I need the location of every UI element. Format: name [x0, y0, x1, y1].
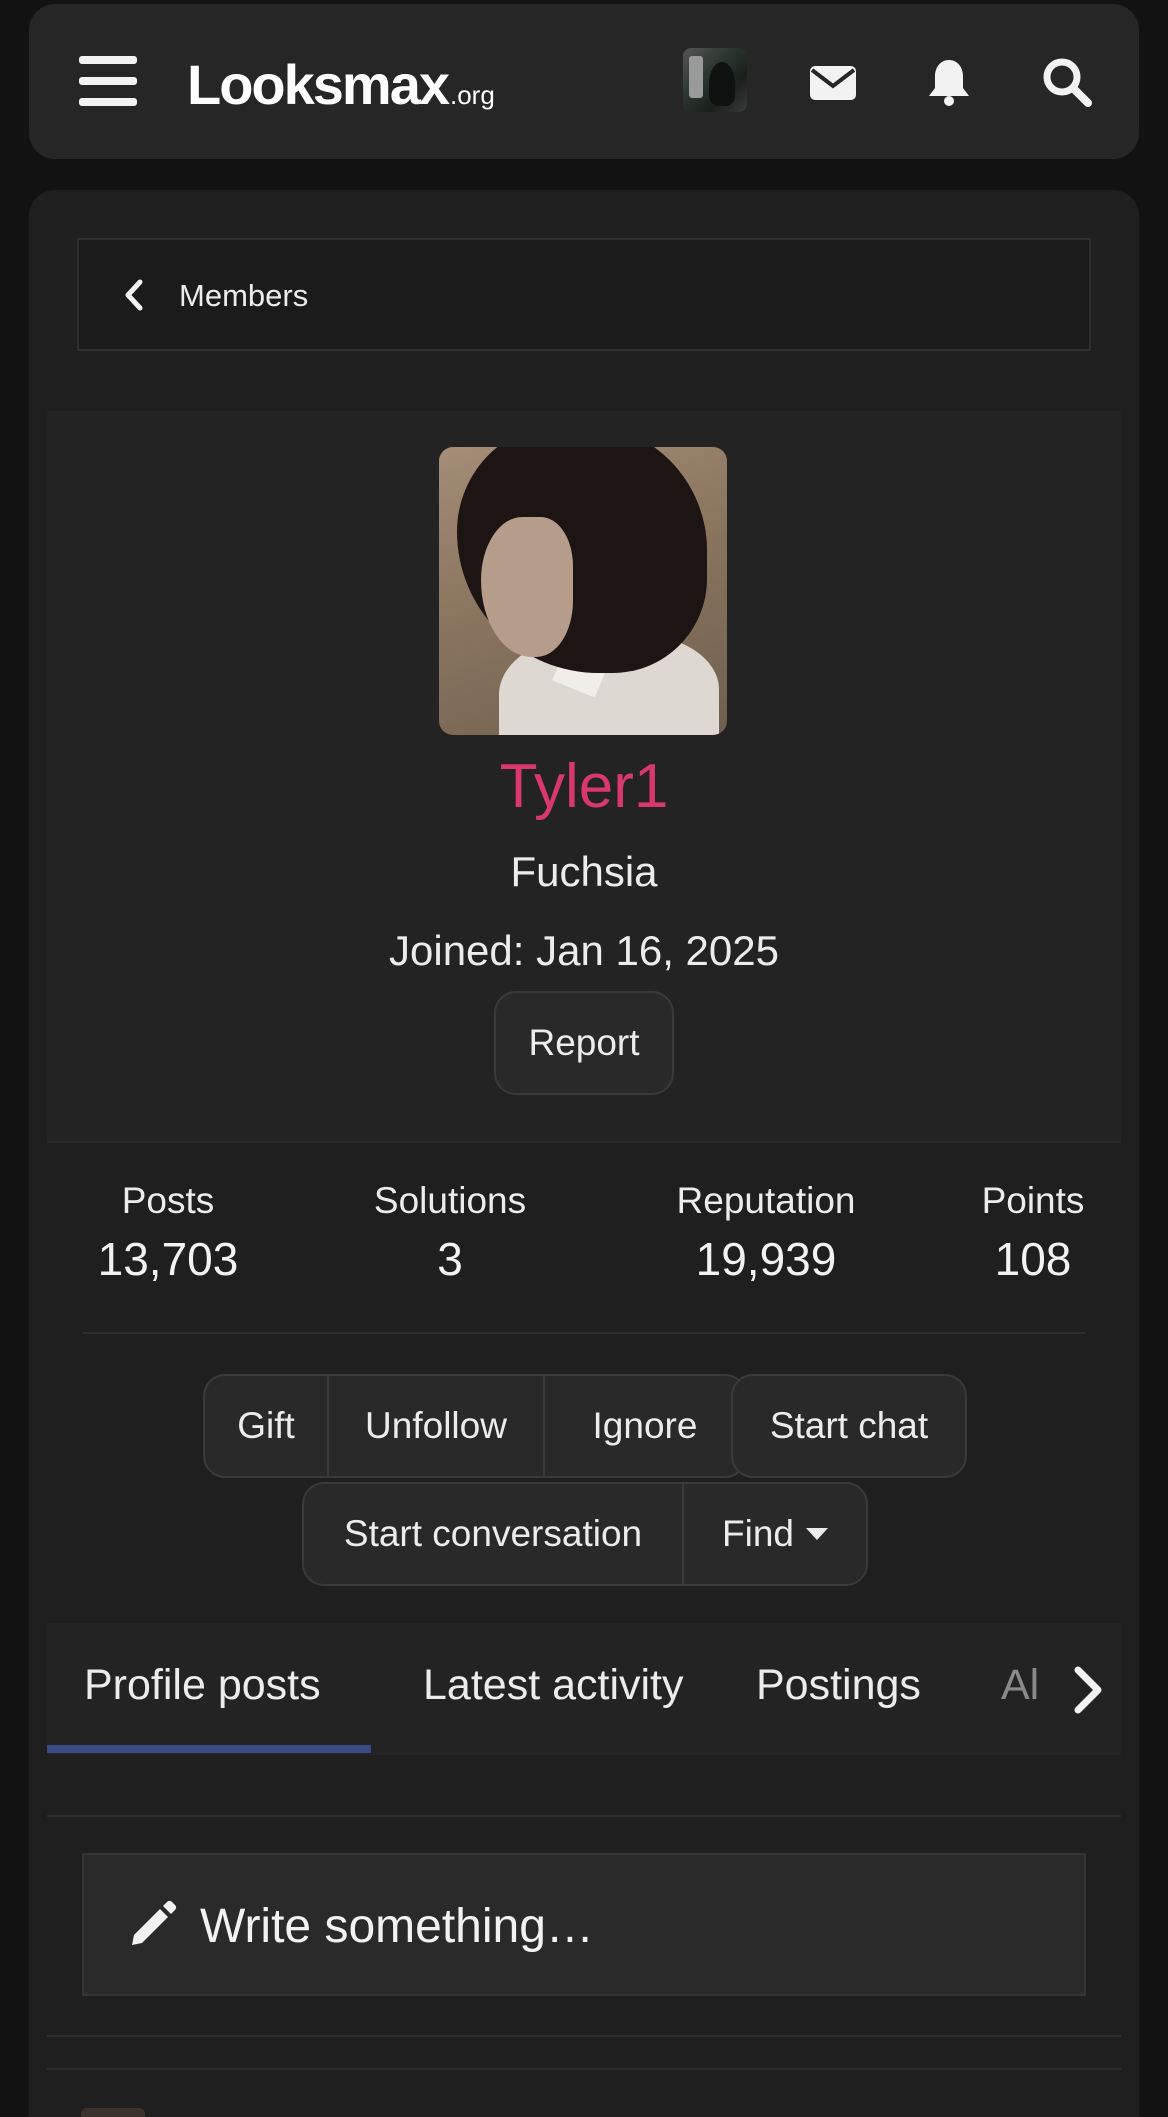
logo-main-text: Looksmax: [187, 53, 450, 116]
tab-latest-activity[interactable]: Latest activity: [423, 1661, 684, 1710]
pencil-icon: [132, 1900, 177, 1945]
site-logo[interactable]: Looksmax.org: [187, 52, 495, 117]
conversation-actions-group: Start conversation Find: [302, 1482, 868, 1586]
bell-icon[interactable]: [923, 56, 975, 108]
tabs-scroll-right-button[interactable]: [1049, 1638, 1109, 1738]
start-conversation-button[interactable]: Start conversation: [304, 1484, 684, 1584]
stat-value: 108: [994, 1233, 1072, 1285]
stat-value: 13,703: [97, 1233, 239, 1285]
breadcrumb[interactable]: Members: [77, 238, 1091, 351]
tab-profile-posts[interactable]: Profile posts: [84, 1661, 321, 1710]
stat-label: Solutions: [373, 1180, 527, 1221]
unfollow-button[interactable]: Unfollow: [329, 1376, 545, 1476]
divider: [47, 1815, 1121, 1817]
stat-label: Reputation: [676, 1180, 856, 1221]
search-icon[interactable]: [1041, 56, 1093, 108]
caret-down-icon: [805, 1528, 828, 1540]
divider: [83, 1332, 1085, 1334]
find-label: Find: [722, 1513, 794, 1554]
start-chat-button[interactable]: Start chat: [733, 1376, 965, 1476]
hamburger-icon[interactable]: [79, 56, 137, 106]
profile-avatar[interactable]: [439, 447, 727, 735]
joined-date: Joined: Jan 16, 2025: [389, 927, 779, 974]
user-title: Fuchsia: [510, 848, 658, 895]
start-chat-group: Start chat: [731, 1374, 967, 1478]
write-something-input[interactable]: Write something…: [82, 1853, 1086, 1996]
tab-about[interactable]: Al: [1001, 1661, 1039, 1710]
chevron-left-icon: [125, 279, 143, 311]
tab-active-indicator: [47, 1745, 371, 1753]
chevron-right-icon: [1074, 1666, 1102, 1714]
divider: [47, 1141, 1121, 1143]
profile-card: Tyler1 Fuchsia Joined: Jan 16, 2025 Repo…: [47, 411, 1121, 1141]
ignore-button[interactable]: Ignore: [545, 1376, 745, 1476]
profile-post-avatar[interactable]: [81, 2108, 145, 2117]
stat-value: 3: [437, 1233, 463, 1285]
main-content: Members Tyler1 Fuchsia Joined: Jan 16, 2…: [29, 190, 1139, 2117]
stat-posts[interactable]: Posts 13,703: [73, 1180, 263, 1286]
write-something-placeholder: Write something…: [200, 1900, 594, 1953]
envelope-icon[interactable]: [807, 56, 859, 108]
find-dropdown-button[interactable]: Find: [684, 1484, 866, 1584]
member-stats: Posts 13,703 Solutions 3 Reputation 19,9…: [29, 1180, 1139, 1310]
account-avatar[interactable]: [683, 48, 747, 112]
stat-solutions[interactable]: Solutions 3: [350, 1180, 550, 1286]
stat-reputation[interactable]: Reputation 19,939: [646, 1180, 886, 1286]
profile-tabs: Profile posts Latest activity Postings A…: [47, 1623, 1121, 1755]
stat-label: Points: [981, 1180, 1085, 1221]
username[interactable]: Tyler1: [47, 751, 1121, 822]
breadcrumb-label: Members: [179, 278, 309, 313]
divider: [47, 2068, 1121, 2070]
tab-postings[interactable]: Postings: [756, 1661, 921, 1710]
top-navigation-bar: Looksmax.org: [29, 4, 1139, 159]
stat-label: Posts: [121, 1180, 215, 1221]
logo-tld-text: .org: [450, 80, 495, 110]
divider: [47, 2035, 1121, 2037]
report-button[interactable]: Report: [494, 991, 674, 1095]
member-actions-group: Gift Unfollow Ignore: [203, 1374, 747, 1478]
stat-points[interactable]: Points 108: [963, 1180, 1103, 1286]
stat-value: 19,939: [695, 1233, 837, 1285]
gift-button[interactable]: Gift: [205, 1376, 329, 1476]
